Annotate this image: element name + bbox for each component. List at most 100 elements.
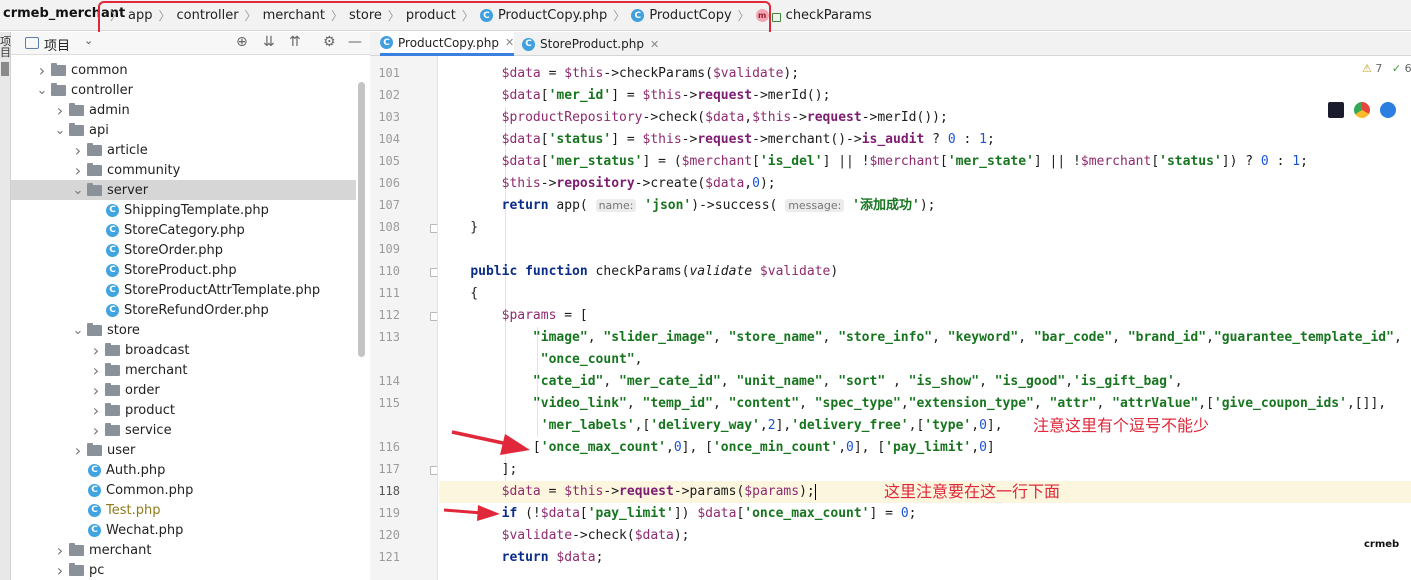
fold-marker-icon[interactable] — [430, 224, 437, 233]
chevron-right-icon[interactable]: › — [87, 421, 105, 440]
expand-all-icon[interactable]: ⇊ — [263, 34, 275, 50]
inspection-widget[interactable]: ⚠ 7 ✓ 6 — [1362, 62, 1411, 75]
gear-icon[interactable]: ⚙ — [323, 34, 336, 50]
breadcrumb-item[interactable]: app — [128, 8, 152, 23]
safari-browser-icon[interactable] — [1380, 102, 1396, 118]
chevron-right-icon[interactable]: › — [51, 101, 69, 120]
phpstorm-browser-icon[interactable] — [1328, 102, 1344, 118]
code-token: ->check( — [572, 528, 635, 543]
code-line[interactable]: $data['mer_id'] = $this->request->merId(… — [439, 85, 831, 107]
tree-folder-server[interactable]: ⌄ server — [11, 180, 356, 200]
tree-folder-common[interactable]: › common — [11, 60, 356, 80]
breadcrumb-item[interactable]: store — [349, 8, 382, 23]
tree-folder-order[interactable]: › order — [11, 380, 356, 400]
tree-file[interactable]: C Test.php — [11, 500, 356, 520]
tree-folder-merchant[interactable]: › merchant — [11, 540, 356, 560]
tree-folder-user[interactable]: › user — [11, 440, 356, 460]
chevron-right-icon[interactable]: › — [87, 381, 105, 400]
chevron-right-icon[interactable]: › — [87, 401, 105, 420]
code-line[interactable]: $data['mer_status'] = ($merchant['is_del… — [439, 151, 1308, 173]
tree-folder-controller[interactable]: ⌄ controller — [11, 80, 356, 100]
breadcrumb-item[interactable]: C ProductCopy.php — [479, 8, 607, 23]
fold-marker-icon[interactable] — [430, 268, 437, 277]
tree-file[interactable]: C StoreProduct.php — [11, 260, 356, 280]
chevron-right-icon[interactable]: › — [87, 341, 105, 360]
code-line[interactable]: "cate_id", "mer_cate_id", "unit_name", "… — [439, 371, 1183, 393]
tree-folder-broadcast[interactable]: › broadcast — [11, 340, 356, 360]
tree-file[interactable]: C StoreCategory.php — [11, 220, 356, 240]
code-line[interactable]: $data = $this->checkParams($validate); — [439, 63, 799, 85]
tree-file[interactable]: C Wechat.php — [11, 520, 356, 540]
chevron-right-icon[interactable]: › — [69, 441, 87, 460]
chevron-right-icon[interactable]: › — [87, 361, 105, 380]
project-tree-scrollbar[interactable] — [358, 82, 365, 357]
close-icon[interactable]: ✕ — [505, 36, 514, 49]
tree-folder-pc[interactable]: › pc — [11, 560, 356, 580]
close-icon[interactable]: ✕ — [650, 38, 659, 51]
chevron-down-icon[interactable]: ⌄ — [69, 183, 87, 198]
tree-folder-admin[interactable]: › admin — [11, 100, 356, 120]
code-line[interactable]: $productRepository->check($data,$this->r… — [439, 107, 948, 129]
tree-folder-merchant[interactable]: › merchant — [11, 360, 356, 380]
code-line[interactable]: ['once_max_count',0], ['once_min_count',… — [439, 437, 995, 459]
chevron-down-icon[interactable]: ⌄ — [69, 323, 87, 338]
code-line[interactable]: $data = $this->request->params($params); — [439, 481, 816, 503]
fold-marker-icon[interactable] — [430, 312, 437, 321]
project-panel-title[interactable]: 项目 — [44, 35, 70, 54]
chevron-right-icon[interactable]: › — [51, 541, 69, 560]
tree-folder-service[interactable]: › service — [11, 420, 356, 440]
tree-file[interactable]: C StoreProductAttrTemplate.php — [11, 280, 356, 300]
code-line[interactable]: $data['status'] = $this->request->mercha… — [439, 129, 995, 151]
code-token: 0 — [1260, 154, 1269, 169]
code-line[interactable]: "video_link", "temp_id", "content", "spe… — [439, 393, 1386, 415]
chrome-browser-icon[interactable] — [1354, 102, 1370, 118]
breadcrumb-item[interactable]: controller — [177, 8, 239, 23]
code-line[interactable]: if (!$data['pay_limit']) $data['once_max… — [439, 503, 917, 525]
breadcrumb-item[interactable]: merchant — [263, 8, 325, 23]
tree-item-label: StoreProductAttrTemplate.php — [124, 282, 321, 298]
code-line[interactable]: $params = [ — [439, 305, 588, 327]
fold-marker-icon[interactable] — [430, 466, 437, 475]
code-line[interactable]: $validate->check($data); — [439, 525, 690, 547]
code-line[interactable]: } — [439, 217, 478, 239]
breadcrumb-item[interactable]: m checkParams — [755, 8, 872, 23]
chevron-right-icon[interactable]: › — [69, 141, 87, 160]
tree-file[interactable]: C Common.php — [11, 480, 356, 500]
code-token: "spec_type" — [814, 396, 901, 411]
tree-file[interactable]: C ShippingTemplate.php — [11, 200, 356, 220]
code-line[interactable]: "image", "slider_image", "store_name", "… — [439, 327, 1402, 349]
code-token: ->check( — [642, 110, 706, 125]
chevron-right-icon[interactable]: › — [51, 561, 69, 580]
code-line[interactable]: $this->repository->create($data,0); — [439, 173, 776, 195]
collapse-all-icon[interactable]: ⇈ — [289, 34, 301, 50]
tree-file[interactable]: C Auth.php — [11, 460, 356, 480]
tree-folder-product[interactable]: › product — [11, 400, 356, 420]
chevron-right-icon[interactable]: › — [69, 161, 87, 180]
code-line[interactable]: ]; — [439, 459, 518, 481]
code-line[interactable]: return $data; — [439, 547, 604, 569]
code-token: 'once_min_count' — [712, 440, 839, 455]
breadcrumb-item[interactable]: C ProductCopy — [631, 8, 732, 23]
chevron-down-icon[interactable]: ⌄ — [33, 83, 51, 98]
code-line[interactable]: 'mer_labels',['delivery_way',2],'deliver… — [439, 415, 1003, 437]
breadcrumb-item[interactable]: product — [406, 8, 456, 23]
code-token: [ — [540, 88, 549, 103]
code-line[interactable]: return app( name: 'json')->success( mess… — [439, 195, 936, 217]
hide-panel-icon[interactable]: — — [348, 34, 362, 50]
tree-file[interactable]: C StoreOrder.php — [11, 240, 356, 260]
code-line[interactable]: "once_count", — [439, 349, 643, 371]
tree-folder-api[interactable]: ⌄ api — [11, 120, 356, 140]
chevron-right-icon[interactable]: › — [33, 61, 51, 80]
code-line[interactable]: public function checkParams(validate $va… — [439, 261, 838, 283]
tree-folder-store[interactable]: ⌄ store — [11, 320, 356, 340]
tab-storeproduct[interactable]: C StoreProduct.php ✕ — [522, 32, 659, 56]
tree-folder-community[interactable]: › community — [11, 160, 356, 180]
tree-folder-article[interactable]: › article — [11, 140, 356, 160]
chevron-down-icon[interactable]: ⌄ — [84, 34, 93, 47]
code-line[interactable]: { — [439, 283, 478, 305]
locate-file-icon[interactable]: ⊕ — [236, 34, 248, 50]
chevron-down-icon[interactable]: ⌄ — [51, 123, 69, 138]
tree-file[interactable]: C StoreRefundOrder.php — [11, 300, 356, 320]
project-tool-window-button[interactable]: 项目 — [0, 36, 11, 58]
tab-productcopy[interactable]: C ProductCopy.php ✕ — [380, 32, 515, 56]
